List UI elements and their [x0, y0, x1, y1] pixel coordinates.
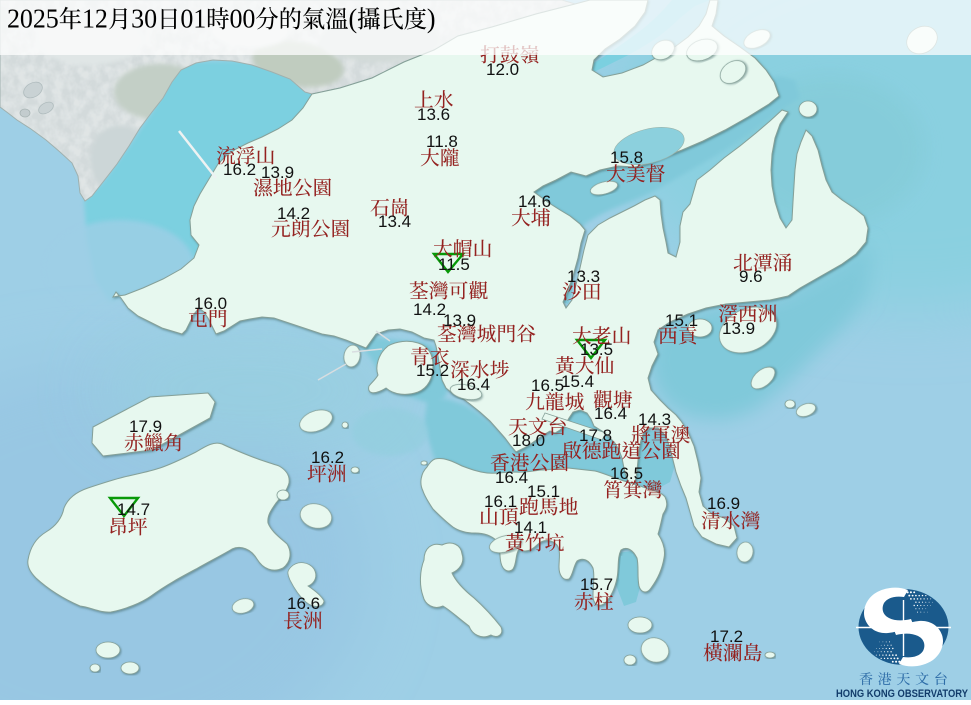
svg-text:14.2: 14.2: [277, 204, 310, 223]
svg-text:16.0: 16.0: [194, 294, 227, 313]
svg-text:0: 0: [242, 3, 255, 34]
svg-text:16.2: 16.2: [311, 448, 344, 467]
svg-text:13.9: 13.9: [261, 163, 294, 182]
svg-text:15.2: 15.2: [416, 361, 449, 380]
svg-text:2: 2: [95, 3, 108, 34]
svg-text:12.0: 12.0: [486, 60, 519, 79]
svg-text:18.0: 18.0: [512, 431, 545, 450]
svg-text:HONG KONG OBSERVATORY: HONG KONG OBSERVATORY: [836, 688, 969, 700]
svg-text:16.4: 16.4: [594, 404, 627, 423]
svg-text:13.9: 13.9: [443, 311, 476, 330]
svg-text:15.7: 15.7: [580, 575, 613, 594]
svg-text:): ): [427, 3, 436, 34]
svg-text:14.1: 14.1: [514, 518, 547, 537]
svg-text:13.5: 13.5: [580, 340, 613, 359]
svg-text:14.2: 14.2: [413, 300, 446, 319]
svg-text:13.6: 13.6: [417, 105, 450, 124]
svg-text:16.1: 16.1: [484, 492, 517, 511]
svg-text:11.5: 11.5: [438, 255, 470, 274]
svg-text:15.1: 15.1: [527, 482, 560, 501]
svg-text:0: 0: [180, 3, 193, 34]
svg-text:1: 1: [193, 3, 206, 34]
svg-text:17.9: 17.9: [129, 417, 162, 436]
svg-text:16.9: 16.9: [707, 494, 740, 513]
svg-text:16.2: 16.2: [223, 160, 256, 179]
svg-text:15.8: 15.8: [610, 148, 643, 167]
svg-text:13.9: 13.9: [722, 319, 755, 338]
svg-text:16.4: 16.4: [457, 375, 490, 394]
svg-text:1: 1: [82, 3, 95, 34]
svg-text:16.5: 16.5: [531, 376, 564, 395]
svg-text:9.6: 9.6: [739, 267, 763, 286]
svg-text:13.4: 13.4: [378, 212, 411, 231]
svg-text:16.4: 16.4: [495, 468, 528, 487]
svg-text:14.6: 14.6: [518, 192, 551, 211]
svg-text:14.3: 14.3: [638, 410, 671, 429]
svg-text:0: 0: [230, 3, 243, 34]
svg-text:13.3: 13.3: [567, 267, 600, 286]
svg-text:0: 0: [144, 3, 157, 34]
svg-text:16.5: 16.5: [610, 464, 643, 483]
svg-text:14.7: 14.7: [117, 500, 150, 519]
svg-text:15.4: 15.4: [561, 372, 594, 391]
svg-text:2: 2: [7, 3, 20, 34]
svg-text:2: 2: [33, 3, 46, 34]
svg-text:15.1: 15.1: [665, 311, 698, 330]
svg-text:16.6: 16.6: [287, 594, 320, 613]
svg-text:11.8: 11.8: [426, 132, 458, 151]
svg-text:17.2: 17.2: [710, 627, 743, 646]
svg-text:0: 0: [20, 3, 33, 34]
svg-text:5: 5: [46, 3, 59, 34]
svg-text:3: 3: [131, 3, 144, 34]
svg-text:(: (: [349, 3, 358, 34]
svg-text:17.8: 17.8: [579, 426, 612, 445]
